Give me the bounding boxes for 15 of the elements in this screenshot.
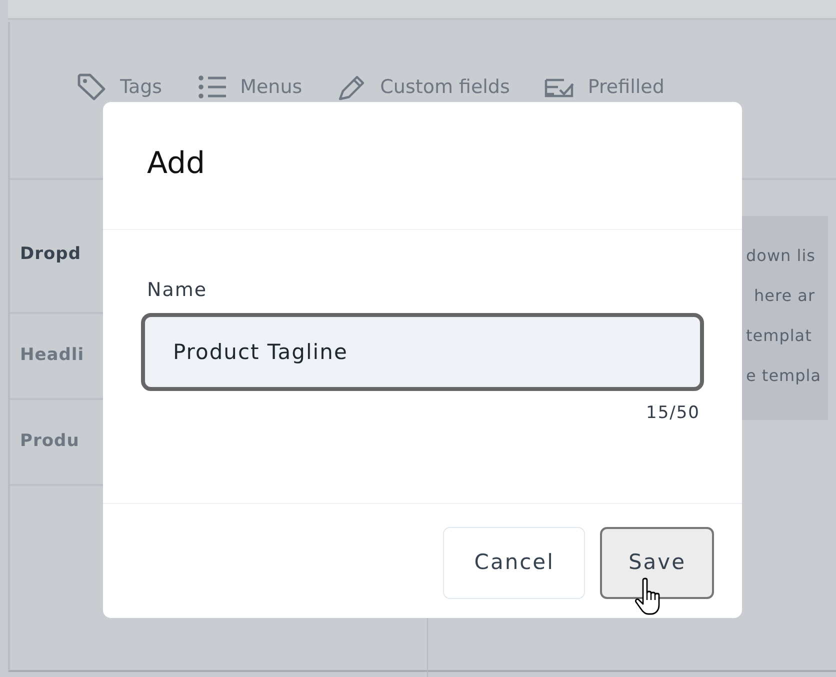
panel-text: here ar	[753, 285, 816, 307]
tab[interactable]: Menus	[196, 72, 302, 102]
dialog-button[interactable]: Save	[600, 527, 714, 599]
panel-text: down lis	[746, 245, 816, 267]
tab[interactable]: Prefilled	[544, 72, 664, 102]
name-input-field[interactable]: Product Tagline	[141, 312, 704, 390]
panel-text: e templa	[746, 365, 822, 387]
tag-icon	[76, 72, 108, 102]
tab[interactable]: Custom fields	[336, 72, 510, 102]
dialog-title: Add	[147, 146, 206, 182]
dialog-button[interactable]: Cancel	[443, 527, 586, 599]
character-counter: 15/50	[645, 402, 700, 424]
field-label: Name	[147, 278, 208, 303]
panel-text: templat	[746, 325, 813, 347]
tab[interactable]: Tags	[76, 72, 162, 102]
